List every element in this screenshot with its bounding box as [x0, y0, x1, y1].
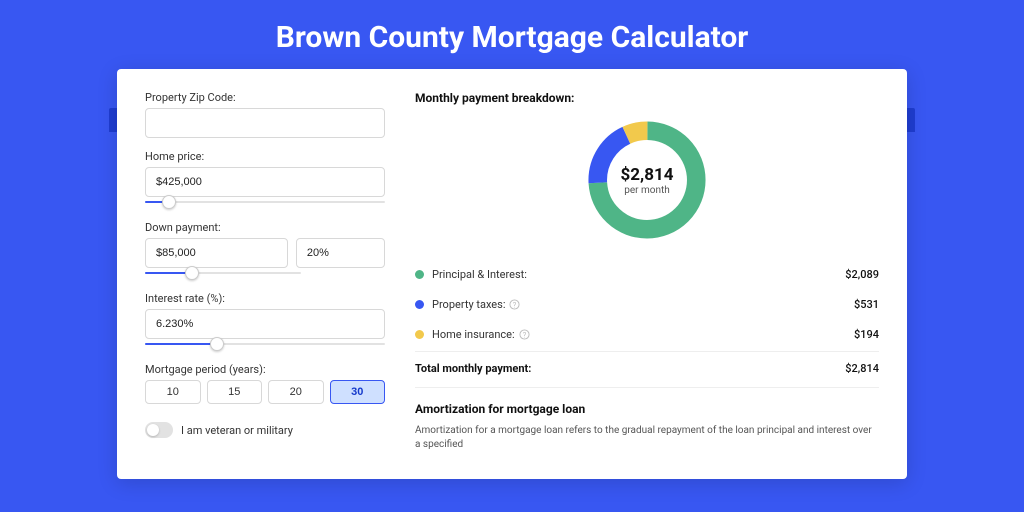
swatch-tax-icon: [415, 300, 424, 309]
help-icon[interactable]: ?: [509, 299, 520, 310]
calculator-card: Property Zip Code: Home price: Down paym…: [117, 69, 907, 479]
legend-tax-value: $531: [854, 298, 879, 311]
down-payment-field: Down payment:: [145, 221, 385, 280]
form-panel: Property Zip Code: Home price: Down paym…: [145, 91, 385, 457]
interest-input[interactable]: [145, 309, 385, 339]
legend-ins-label: Home insurance:: [432, 328, 515, 341]
interest-slider[interactable]: [145, 337, 385, 351]
period-btn-10[interactable]: 10: [145, 380, 201, 404]
amortization-title: Amortization for mortgage loan: [415, 402, 879, 416]
total-row: Total monthly payment: $2,814: [415, 351, 879, 388]
donut-per: per month: [624, 185, 670, 196]
interest-label: Interest rate (%):: [145, 292, 385, 305]
legend-home-insurance: Home insurance: ? $194: [415, 319, 879, 349]
veteran-toggle[interactable]: [145, 422, 173, 438]
home-price-input[interactable]: [145, 167, 385, 197]
donut-chart: $2,814 per month: [582, 115, 712, 245]
legend-principal-interest: Principal & Interest: $2,089: [415, 259, 879, 289]
zip-input[interactable]: [145, 108, 385, 138]
total-label: Total monthly payment:: [415, 362, 845, 375]
home-price-field: Home price:: [145, 150, 385, 209]
veteran-row: I am veteran or military: [145, 422, 385, 438]
legend-pi-label: Principal & Interest:: [432, 268, 845, 281]
period-label: Mortgage period (years):: [145, 363, 385, 376]
legend-tax-label: Property taxes:: [432, 298, 505, 311]
down-payment-input[interactable]: [145, 238, 288, 268]
help-icon[interactable]: ?: [519, 329, 530, 340]
svg-text:?: ?: [513, 300, 517, 309]
donut-chart-wrap: $2,814 per month: [415, 115, 879, 245]
legend-ins-value: $194: [854, 328, 879, 341]
donut-amount: $2,814: [621, 165, 674, 185]
swatch-principal-icon: [415, 270, 424, 279]
home-price-label: Home price:: [145, 150, 385, 163]
period-btn-15[interactable]: 15: [207, 380, 263, 404]
zip-field: Property Zip Code:: [145, 91, 385, 138]
home-price-slider[interactable]: [145, 195, 385, 209]
amortization-text: Amortization for a mortgage loan refers …: [415, 424, 879, 452]
interest-field: Interest rate (%):: [145, 292, 385, 351]
swatch-ins-icon: [415, 330, 424, 339]
period-row: 10 15 20 30: [145, 380, 385, 404]
period-btn-20[interactable]: 20: [268, 380, 324, 404]
period-btn-30[interactable]: 30: [330, 380, 386, 404]
veteran-label: I am veteran or military: [181, 424, 293, 437]
legend-pi-value: $2,089: [845, 268, 879, 281]
down-payment-pct-input[interactable]: [296, 238, 385, 268]
period-field: Mortgage period (years): 10 15 20 30: [145, 363, 385, 404]
down-payment-slider[interactable]: [145, 266, 301, 280]
amortization-section: Amortization for mortgage loan Amortizat…: [415, 402, 879, 452]
svg-text:?: ?: [522, 330, 526, 339]
legend-property-taxes: Property taxes: ? $531: [415, 289, 879, 319]
down-payment-label: Down payment:: [145, 221, 385, 234]
breakdown-title: Monthly payment breakdown:: [415, 91, 879, 105]
breakdown-panel: Monthly payment breakdown: $2,814 per mo…: [415, 91, 879, 457]
zip-label: Property Zip Code:: [145, 91, 385, 104]
total-value: $2,814: [845, 362, 879, 375]
page-title: Brown County Mortgage Calculator: [0, 0, 1024, 69]
